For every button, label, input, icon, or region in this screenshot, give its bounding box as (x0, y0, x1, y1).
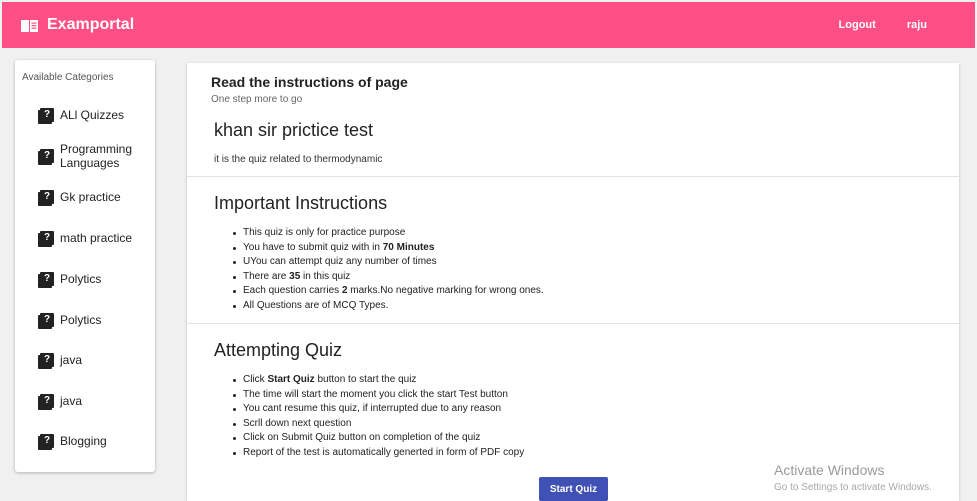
list-item: Click on Submit Quiz button on completio… (232, 431, 524, 446)
quiz-icon: ? (40, 434, 54, 448)
sidebar-item-gk-practice[interactable]: ? Gk practice (40, 190, 150, 204)
quiz-description: it is the quiz related to thermodynamic (214, 154, 383, 165)
brand-name: Examportal (47, 16, 135, 33)
activate-windows-title: Activate Windows (774, 462, 885, 478)
quiz-icon: ? (40, 231, 54, 245)
quiz-icon: ? (40, 272, 54, 286)
sidebar-item-label: Blogging (60, 434, 107, 448)
activate-windows-subtitle: Go to Settings to activate Windows. (774, 482, 932, 493)
list-item: There are 35 in this quiz (232, 270, 544, 285)
top-navbar: Examportal Logout raju (2, 2, 975, 48)
section-divider (187, 323, 959, 324)
logout-link[interactable]: Logout (839, 19, 876, 31)
quiz-icon: ? (40, 108, 54, 122)
sidebar-item-label: Polytics (60, 272, 102, 286)
quiz-icon: ? (40, 190, 54, 204)
list-item: Click Start Quiz button to start the qui… (232, 373, 524, 388)
sidebar-item-label: Polytics (60, 313, 102, 327)
list-item: Report of the test is automatically gene… (232, 446, 524, 461)
sidebar-title: Available Categories (22, 72, 114, 83)
important-instructions-title: Important Instructions (214, 193, 388, 213)
section-divider (187, 176, 959, 177)
list-item: All Questions are of MCQ Types. (232, 299, 544, 314)
sidebar-item-label: java (60, 394, 83, 408)
list-item: Each question carries 2 marks.No negativ… (232, 284, 544, 299)
sidebar-item-label: math practice (60, 231, 133, 245)
list-item: UYou can attempt quiz any number of time… (232, 255, 544, 270)
list-item: You cant resume this quiz, if interrupte… (232, 402, 524, 417)
sidebar-item-label: java (60, 353, 83, 367)
quiz-title: khan sir prictice test (214, 120, 374, 140)
sidebar-item-label: ALl Quizzes (60, 108, 125, 122)
book-icon (20, 18, 39, 33)
start-quiz-button[interactable]: Start Quiz (539, 477, 608, 501)
quiz-icon: ? (40, 149, 54, 163)
sidebar-item-polytics[interactable]: ? Polytics (40, 313, 150, 327)
sidebar-item-math-practice[interactable]: ? math practice (40, 231, 150, 245)
important-instructions-list: This quiz is only for practice purpose Y… (232, 226, 544, 314)
sidebar-item-polytics[interactable]: ? Polytics (40, 272, 150, 286)
quiz-icon: ? (40, 394, 54, 408)
page-title: Read the instructions of page (211, 74, 408, 90)
sidebar-item-programming-languages[interactable]: ? Programming Languages (40, 142, 140, 170)
sidebar-item-java[interactable]: ? java (40, 394, 150, 408)
list-item: Scrll down next question (232, 417, 524, 432)
list-item: This quiz is only for practice purpose (232, 226, 544, 241)
quiz-icon: ? (40, 313, 54, 327)
sidebar-item-all-quizzes[interactable]: ? ALl Quizzes (40, 108, 150, 122)
brand-link[interactable]: Examportal (20, 16, 134, 34)
page-subtitle: One step more to go (211, 94, 303, 105)
sidebar-item-blogging[interactable]: ? Blogging (40, 434, 150, 448)
attempting-quiz-list: Click Start Quiz button to start the qui… (232, 373, 524, 461)
list-item: The time will start the moment you click… (232, 388, 524, 403)
attempting-quiz-title: Attempting Quiz (214, 340, 343, 360)
list-item: You have to submit quiz with in 70 Minut… (232, 241, 544, 256)
sidebar-item-label: Gk practice (60, 190, 121, 204)
user-link[interactable]: raju (907, 19, 927, 31)
quiz-icon: ? (40, 353, 54, 367)
sidebar-item-java[interactable]: ? java (40, 353, 150, 367)
sidebar-item-label: Programming Languages (60, 142, 133, 170)
